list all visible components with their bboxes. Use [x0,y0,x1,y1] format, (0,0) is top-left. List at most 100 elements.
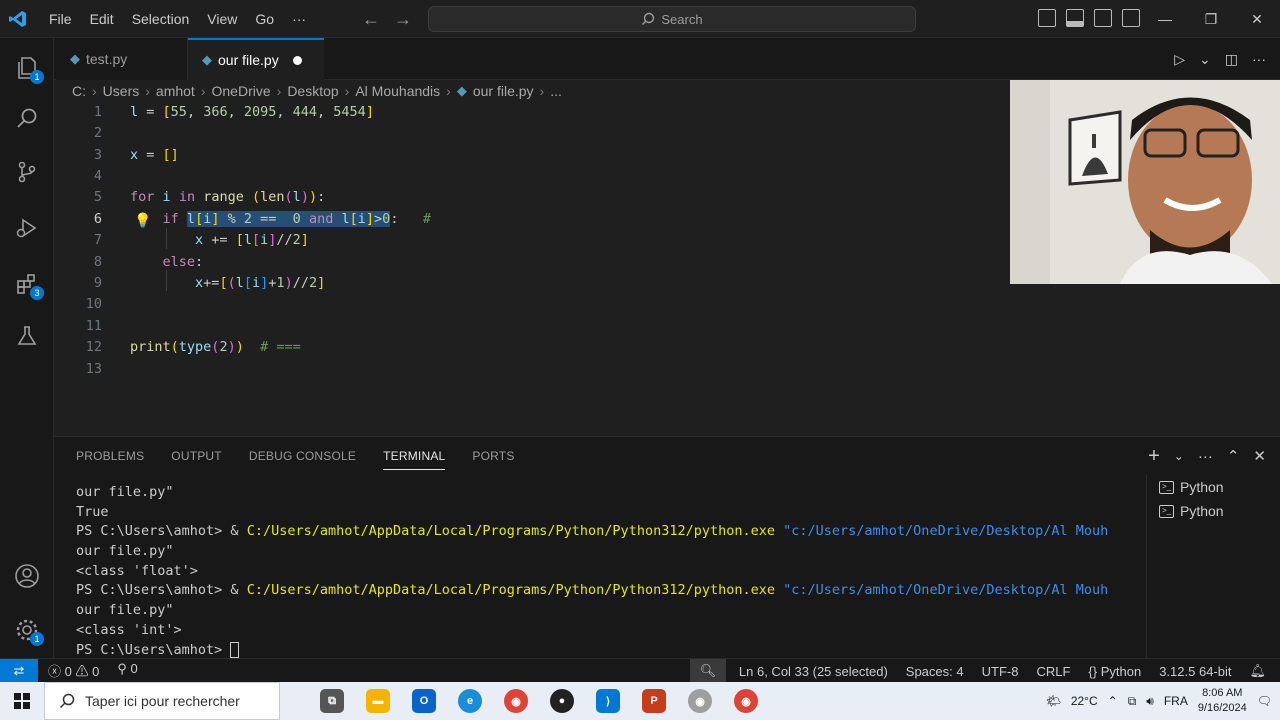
outlook-icon[interactable]: O [412,689,436,713]
customize-layout-icon[interactable] [1122,9,1140,27]
source-control-button[interactable] [0,148,54,196]
forward-arrow-icon[interactable]: → [394,0,412,38]
maximize-panel-icon[interactable]: ⌃ [1227,447,1240,465]
encoding[interactable]: UTF-8 [982,664,1019,679]
breadcrumb-folder[interactable]: Al Mouhandis [355,83,440,99]
toggle-sidebar-icon[interactable] [1038,9,1056,27]
tab-debug-console[interactable]: DEBUG CONSOLE [249,449,356,463]
file-explorer-icon[interactable]: ▬ [366,689,390,713]
terminal-instance[interactable]: >_ Python [1147,499,1280,523]
problems-status[interactable]: ⓧ 0 ⚠ 0 [48,661,99,680]
network-icon[interactable]: ⧉ [1128,694,1137,709]
breadcrumb-drive[interactable]: C: [72,83,86,99]
powerpoint-icon[interactable]: P [642,689,666,713]
webcam-overlay [1010,80,1280,284]
search-view-button[interactable] [0,94,54,142]
tab-problems[interactable]: PROBLEMS [76,449,144,463]
search-icon [59,693,75,709]
chevron-down-icon[interactable]: ⌄ [1174,449,1184,463]
status-right: Ln 6, Col 33 (25 selected) Spaces: 4 UTF… [739,659,1266,683]
terminal-icon: >_ [1159,480,1174,494]
chevron-right-icon: › [145,83,150,99]
python-interpreter[interactable]: 3.12.5 64-bit [1159,664,1231,679]
notifications-icon[interactable]: 🗨︎ [1257,694,1272,708]
system-tray: 🌤︎ 22°C ⌃ ⧉ 🔊︎ FRA 8:06 AM 9/16/2024 🗨︎ [1046,682,1272,720]
more-actions-icon[interactable]: ··· [1198,448,1213,465]
keyboard-language[interactable]: FRA [1164,694,1188,708]
python-file-icon: ◆ [202,52,212,67]
more-actions-icon[interactable]: ··· [1252,51,1266,67]
menu-edit[interactable]: Edit [81,0,123,38]
close-icon[interactable]: ✕ [1234,0,1280,38]
testing-button[interactable] [0,312,54,360]
end-of-line[interactable]: CRLF [1036,664,1070,679]
chrome-icon[interactable]: ◉ [734,689,758,713]
language-mode[interactable]: {} Python [1088,664,1141,679]
manage-button[interactable]: 1 [0,606,54,654]
panel-actions: + ⌄ ··· ⌃ ✕ [1148,437,1266,475]
temperature[interactable]: 22°C [1071,694,1098,708]
extensions-button[interactable]: 3 [0,260,54,308]
toggle-secondary-sidebar-icon[interactable] [1094,9,1112,27]
tab-test-py[interactable]: ◆ test.py [56,38,188,80]
breadcrumb-user[interactable]: amhot [156,83,195,99]
menu-more[interactable]: ··· [283,0,315,38]
line-content: x+=[(l[i]+1)//2] [195,275,326,291]
task-view-icon[interactable]: ⧉ [320,689,344,713]
breadcrumb-file[interactable]: our file.py [473,83,534,99]
tray-chevron-icon[interactable]: ⌃ [1108,694,1118,708]
chrome-icon[interactable]: ◉ [504,689,528,713]
run-debug-button[interactable] [0,204,54,252]
run-python-file-icon[interactable]: ▷ [1174,51,1185,68]
menu-view[interactable]: View [198,0,246,38]
back-arrow-icon[interactable]: ← [362,0,380,38]
error-count: 0 [64,664,72,679]
breadcrumb-users[interactable]: Users [103,83,140,99]
terminal-line: PS C:\Users\amhot> & C:/Users/amhot/AppD… [76,522,1146,542]
terminal-instance[interactable]: >_ Python [1147,475,1280,499]
tab-terminal[interactable]: TERMINAL [383,449,446,470]
line-number: 7 [93,232,102,248]
clock[interactable]: 8:06 AM 9/16/2024 [1198,686,1247,716]
remote-indicator-icon[interactable]: ⇄ [0,658,38,683]
menu-selection[interactable]: Selection [123,0,199,38]
menu-go[interactable]: Go [246,0,283,38]
edge-icon[interactable]: e [458,689,482,713]
taskbar-search[interactable]: Taper ici pour rechercher [44,682,280,720]
code-line: 7 x += [l[i]//2] [54,230,1010,251]
command-center-search[interactable]: Search [428,6,916,32]
restore-icon[interactable]: ❐ [1188,0,1234,38]
accounts-button[interactable] [0,552,54,600]
bell-icon[interactable]: 🔔︎ [1249,663,1266,679]
chrome-profile-icon[interactable]: ◉ [688,689,712,713]
breadcrumb-onedrive[interactable]: OneDrive [212,83,271,99]
split-editor-icon[interactable]: ◫ [1225,51,1238,68]
zoom-icon[interactable]: 🔍︎ [690,659,726,683]
vscode-taskbar-icon[interactable]: ⟩ [596,689,620,713]
close-panel-icon[interactable]: ✕ [1253,447,1266,465]
app-icon[interactable]: ● [550,689,574,713]
ports-count: 0 [130,661,138,676]
volume-icon[interactable]: 🔊︎ [1146,694,1154,709]
terminal-line: <class 'float'> [76,562,198,579]
line-number: 12 [85,339,102,355]
new-terminal-icon[interactable]: + [1148,445,1160,468]
tab-ports[interactable]: PORTS [472,449,514,463]
menu-file[interactable]: File [40,0,81,38]
chevron-down-icon[interactable]: ⌄ [1199,51,1211,68]
unsaved-dot-icon[interactable] [292,55,302,65]
ports-status[interactable]: ⚲ 0 [117,661,137,680]
terminal-output[interactable]: our file.py" True PS C:\Users\amhot> & C… [76,483,1146,659]
minimize-icon[interactable]: — [1142,0,1188,38]
cursor-position[interactable]: Ln 6, Col 33 (25 selected) [739,664,888,679]
explorer-button[interactable]: 1 [0,44,54,92]
indentation[interactable]: Spaces: 4 [906,664,964,679]
chevron-right-icon: › [200,83,206,99]
tab-output[interactable]: OUTPUT [171,449,222,463]
breadcrumb-symbols[interactable]: ... [550,83,562,99]
windows-start-icon[interactable] [0,682,44,720]
toggle-panel-icon[interactable] [1066,9,1084,27]
tab-our-file-py[interactable]: ◆ our file.py [188,38,324,80]
weather-icon[interactable]: 🌤︎ [1046,694,1061,708]
breadcrumb-desktop[interactable]: Desktop [287,83,338,99]
